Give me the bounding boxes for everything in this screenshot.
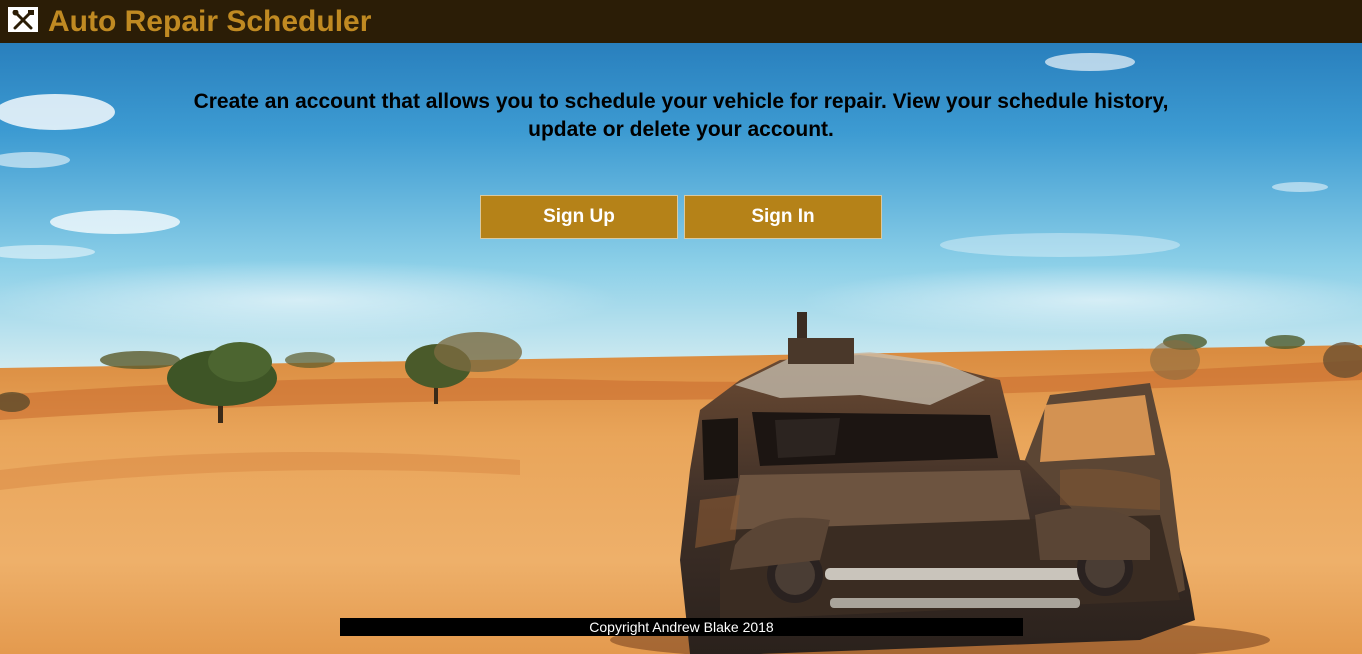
intro-text: Create an account that allows you to sch…	[193, 90, 1169, 141]
wrench-screwdriver-icon	[8, 7, 38, 32]
footer-copyright: Copyright Andrew Blake 2018	[340, 618, 1023, 636]
app-title[interactable]: Auto Repair Scheduler	[48, 4, 371, 40]
sign-in-button[interactable]: Sign In	[684, 195, 882, 239]
page: Auto Repair Scheduler Create an account …	[0, 0, 1362, 654]
sign-up-button[interactable]: Sign Up	[480, 195, 678, 239]
top-bar: Auto Repair Scheduler	[0, 0, 1362, 43]
